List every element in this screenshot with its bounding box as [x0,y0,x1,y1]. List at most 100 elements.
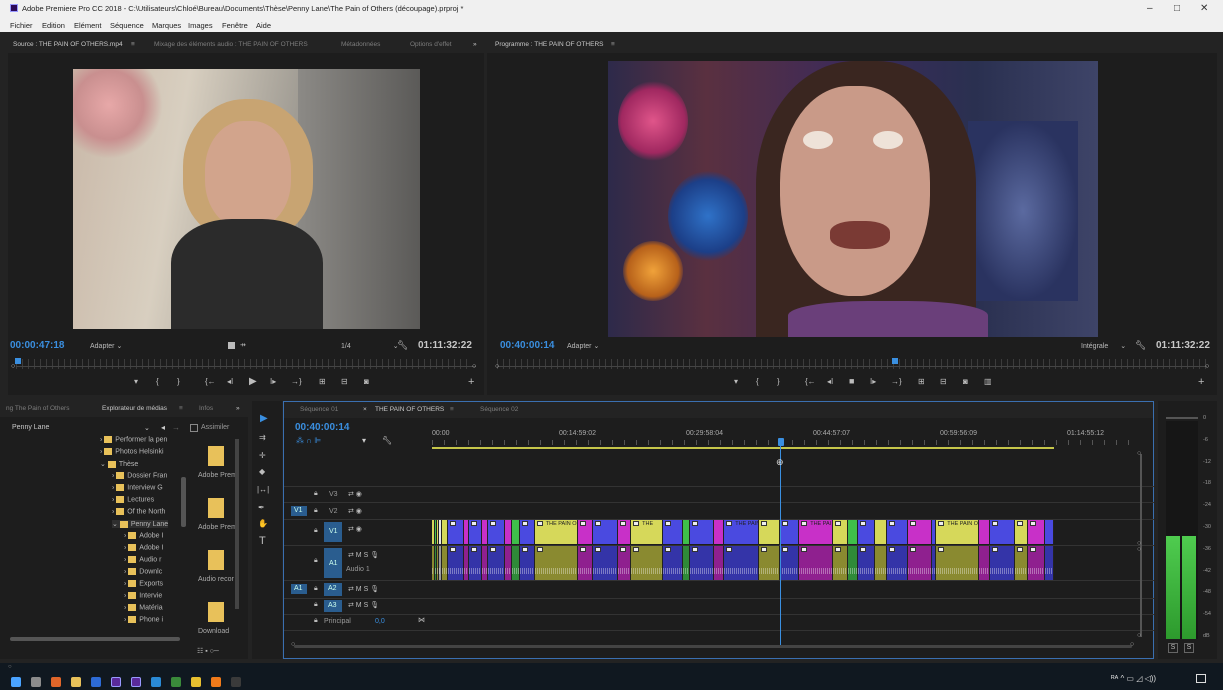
lock-icon[interactable]: 🔒︎ [314,601,318,609]
audio-clip[interactable] [936,546,980,580]
back-icon[interactable]: ◂ [161,423,165,432]
folder-tree-item[interactable]: › Lectures [112,496,154,503]
audio-clip[interactable] [779,546,800,580]
audio-clip[interactable] [512,546,520,580]
step-back-icon[interactable]: ◂I [227,377,233,386]
video-clip[interactable] [504,520,513,544]
audio-clip[interactable] [534,546,578,580]
scroll-handle-icon[interactable]: ○ [291,641,295,648]
audio-clip[interactable] [592,546,619,580]
lock-icon[interactable]: 🔒︎ [314,527,318,535]
audio-clip[interactable] [682,546,690,580]
insert-icon[interactable]: ⊞ [319,377,326,386]
program-tab-menu-icon[interactable]: ≡ [611,41,615,48]
task-view-icon[interactable] [31,677,41,687]
add-button-icon[interactable]: + [468,376,474,388]
tab-audio-mixer[interactable]: Mixage des éléments audio : THE PAIN OF … [154,41,308,48]
video-clip[interactable] [858,520,876,544]
video-clip[interactable]: THE PAIN OF O [534,520,586,544]
tab-sequence-01[interactable]: Séquence 01 [300,406,338,413]
audio-clip[interactable] [487,546,505,580]
lift-icon[interactable]: ⊞ [918,377,925,386]
video-clip[interactable] [469,520,483,544]
audio-clip[interactable] [724,546,759,580]
tab-media-browser[interactable]: Explorateur de médias [102,405,167,412]
horizontal-scrollbar[interactable] [294,645,1132,648]
source-playhead[interactable] [15,358,21,364]
folder-tree-item[interactable]: ⌄ Thèse [100,460,138,468]
lock-icon[interactable]: 🔒︎ [314,490,318,498]
marker-icon[interactable]: ▾ [734,377,738,386]
source-zoom-bar[interactable] [16,366,476,367]
video-clip[interactable] [1028,520,1046,544]
video-clip[interactable]: THE PAIN OF [936,520,981,544]
search-icon[interactable]: ○ [8,664,12,670]
scroll-handle-icon[interactable]: ○ [1137,632,1141,639]
go-to-in-icon[interactable]: {← [805,377,816,386]
program-fit-dropdown[interactable]: Adapter ⌄ [567,342,599,350]
minimize-button[interactable]: – [1147,3,1153,14]
ripple-edit-icon[interactable]: ✛ [259,451,266,460]
source-patch-v1[interactable]: V1 [291,506,307,516]
folder-thumbnail-icon[interactable] [208,550,224,570]
tab-effect-options[interactable]: Options d'effet [410,41,452,48]
system-tray[interactable]: ᴿᴬ ^ ▭ ◿ ◁)) [1111,674,1156,683]
photos-icon[interactable] [151,677,161,687]
media-tab-menu-icon[interactable]: ≡ [179,405,183,412]
menu-element[interactable]: Elément [74,21,102,30]
zoom-handle-icon[interactable]: ○ [1205,363,1209,370]
folder-tree-item[interactable]: › Audio r [124,556,161,563]
time-ruler[interactable]: 00:00 00:14:59:02 00:29:58:04 00:44:57:07 00… [432,430,1140,446]
video-clip[interactable] [979,520,990,544]
audio-clip[interactable] [858,546,876,580]
tree-scrollbar[interactable] [181,477,186,527]
folder-tree-item[interactable]: › Dossier Fran [112,472,167,479]
video-clip[interactable] [487,520,505,544]
folder-tree-item[interactable]: › Performer la pen [100,436,167,443]
video-clip[interactable] [682,520,690,544]
video-clip[interactable]: THE PAIN [724,520,760,544]
video-clip[interactable] [512,520,520,544]
track-select-icon[interactable]: ⇉ [259,433,266,442]
video-clip[interactable] [1015,520,1029,544]
app-icon[interactable] [231,677,241,687]
tab-program[interactable]: Programme : THE PAIN OF OTHERS [495,41,603,48]
video-clip[interactable] [875,520,887,544]
sync-icon[interactable]: ⇄ ◉ [348,525,362,533]
windows-start-icon[interactable] [11,677,21,687]
folder-tree-item[interactable]: › Of the North [112,508,165,515]
tree-h-scrollbar[interactable] [10,637,180,641]
audio-clip[interactable] [1028,546,1046,580]
video-clip[interactable] [577,520,593,544]
folder-tree-item[interactable]: › Adobe I [124,544,163,551]
mark-in-icon[interactable]: { [156,377,159,386]
menu-marques[interactable]: Marques [152,21,181,30]
wrench-icon[interactable]: 🔧︎ [382,436,392,445]
folder-tree-item[interactable]: › Photos Helsinki [100,448,164,455]
menu-sequence[interactable]: Séquence [110,21,144,30]
track-a3-target[interactable]: A3 [324,600,342,612]
program-resolution-dropdown[interactable]: Intégrale ⌄ [1081,342,1126,350]
audio-clip[interactable] [663,546,683,580]
source-resolution-dropdown[interactable]: 1/4 ⌄ [341,342,399,350]
razor-icon[interactable]: ◆ [259,467,265,476]
selection-tool-icon[interactable]: ▶ [260,413,268,424]
video-clip[interactable] [663,520,683,544]
track-a2-target[interactable]: A2 [324,583,342,596]
folder-tree-item[interactable]: › Matéria [124,604,163,611]
folder-tree-item[interactable]: ⌄ Penny Lane [112,520,169,528]
chevron-down-icon[interactable]: ⌄ [100,461,108,468]
insert-overlay-icon[interactable]: ⇸ [240,341,246,349]
source-scrubber[interactable] [16,359,472,369]
solo-right-button[interactable]: S [1184,643,1194,653]
audio-clip[interactable] [519,546,535,580]
audio-clip[interactable] [979,546,990,580]
audio-clip[interactable] [799,546,834,580]
go-to-out-icon[interactable]: →} [291,377,302,386]
scroll-handle-icon[interactable]: ○ [1130,641,1134,648]
tab-project[interactable]: ng The Pain of Others [6,405,69,412]
audio-clip[interactable] [758,546,780,580]
tab-the-pain-of-others[interactable]: THE PAIN OF OTHERS [375,406,444,413]
source-fit-dropdown[interactable]: Adapter ⌄ [90,342,122,350]
more-tabs-icon[interactable]: » [236,405,240,412]
